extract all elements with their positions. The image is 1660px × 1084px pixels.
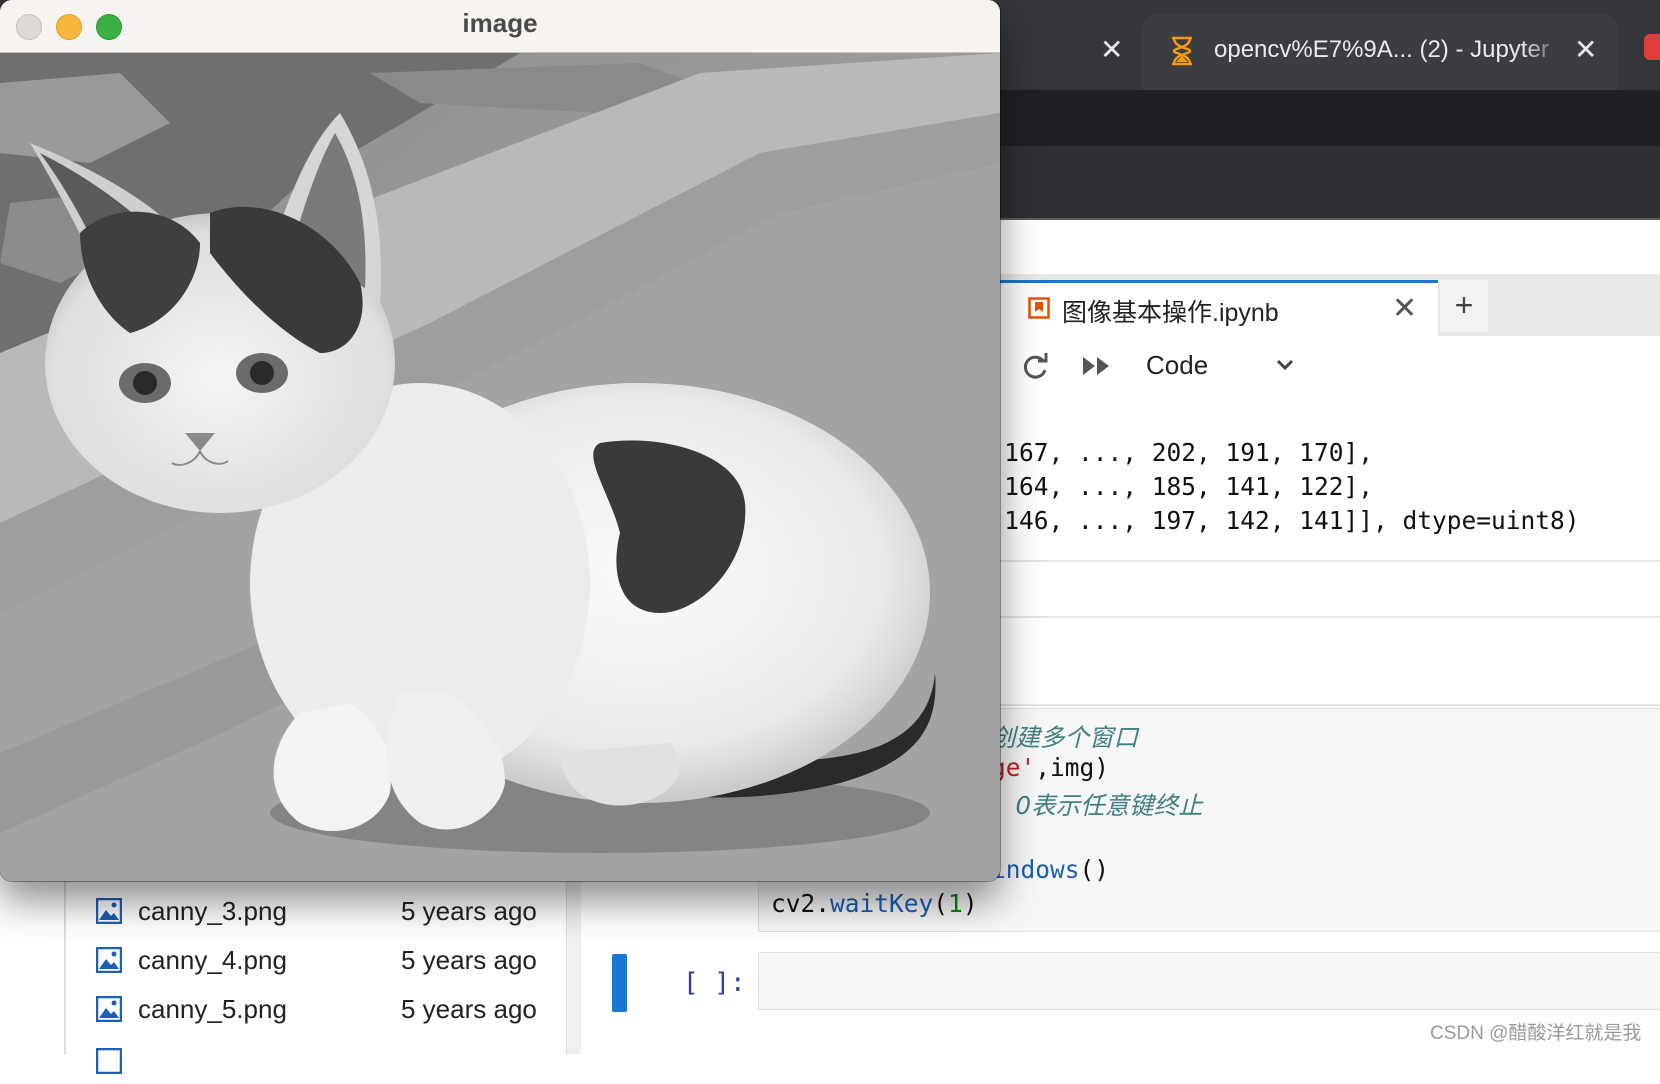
browser-tab-title: opencv%E7%9A... (2) - Jupyter [1214, 36, 1549, 63]
code-line: indows() [991, 855, 1110, 884]
tab-notebook[interactable]: 图像基本操作.ipynb ✕ [1000, 280, 1438, 336]
output-line: 2, 164, ..., 185, 141, 122], [960, 472, 1374, 501]
cell-separator [990, 704, 1660, 706]
image-file-icon [96, 898, 122, 924]
empty-code-cell[interactable] [758, 952, 1660, 1010]
cell-type-select[interactable]: Code [1146, 346, 1306, 386]
cell-type-value: Code [1146, 350, 1209, 380]
close-icon[interactable]: ✕ [1574, 36, 1597, 64]
notebook-tab-label: 图像基本操作.ipynb [1062, 299, 1279, 327]
image-file-icon [96, 996, 122, 1022]
cell-separator [990, 560, 1660, 562]
window-title: image [462, 8, 538, 38]
hourglass-icon [1172, 36, 1192, 66]
window-title-bar[interactable]: image [0, 0, 1000, 53]
close-icon[interactable]: ✕ [1392, 291, 1417, 326]
output-line: 9, 146, ..., 197, 142, 141]], dtype=uint… [960, 506, 1580, 535]
file-row[interactable] [96, 1040, 546, 1084]
cell-separator [990, 616, 1660, 618]
browser-tab-next[interactable] [1644, 34, 1660, 60]
add-tab-button[interactable]: + [1440, 280, 1488, 332]
run-all-icon[interactable] [1080, 350, 1114, 382]
image-file-icon [96, 1048, 122, 1074]
browser-tab-jupyter[interactable]: opencv%E7%9A... (2) - Jupyter ✕ [1142, 14, 1617, 90]
file-row[interactable]: canny_5.png 5 years ago [96, 988, 546, 1032]
file-row[interactable]: canny_3.png 5 years ago [96, 890, 546, 934]
watermark: CSDN @醋酸洋红就是我 [1430, 1023, 1642, 1044]
restart-kernel-icon[interactable] [1020, 350, 1052, 382]
code-comment-line: ，0表示任意键终止 [991, 791, 1203, 820]
file-modified: 5 years ago [401, 896, 537, 926]
image-window[interactable]: image [0, 0, 1000, 881]
browser-tab-previous[interactable]: ✕ [980, 14, 1135, 86]
file-modified: 5 years ago [401, 994, 537, 1024]
active-cell-indicator [612, 954, 627, 1012]
notebook-icon [1028, 297, 1050, 319]
panel-splitter[interactable] [566, 880, 581, 1054]
file-browser: canny_3.png 5 years ago canny_4.png 5 ye… [0, 880, 580, 1074]
image-file-icon [96, 947, 122, 973]
cell-prompt: [ ]: [683, 968, 746, 998]
chevron-down-icon [1276, 359, 1294, 371]
file-name: canny_4.png [138, 945, 287, 975]
file-row[interactable]: canny_4.png 5 years ago [96, 939, 546, 983]
kitten-photo [0, 53, 1000, 881]
code-line: ge',img) [991, 753, 1110, 782]
file-browser-border [64, 880, 66, 1054]
close-icon[interactable]: ✕ [1100, 36, 1123, 64]
file-name: canny_5.png [138, 994, 287, 1024]
file-name: canny_3.png [138, 896, 287, 926]
code-line: cv2.waitKey(1) [771, 889, 978, 918]
file-modified: 5 years ago [401, 945, 537, 975]
output-line: 2, 167, ..., 202, 191, 170], [960, 438, 1374, 467]
code-comment-line: 创建多个窗口 [991, 723, 1138, 752]
